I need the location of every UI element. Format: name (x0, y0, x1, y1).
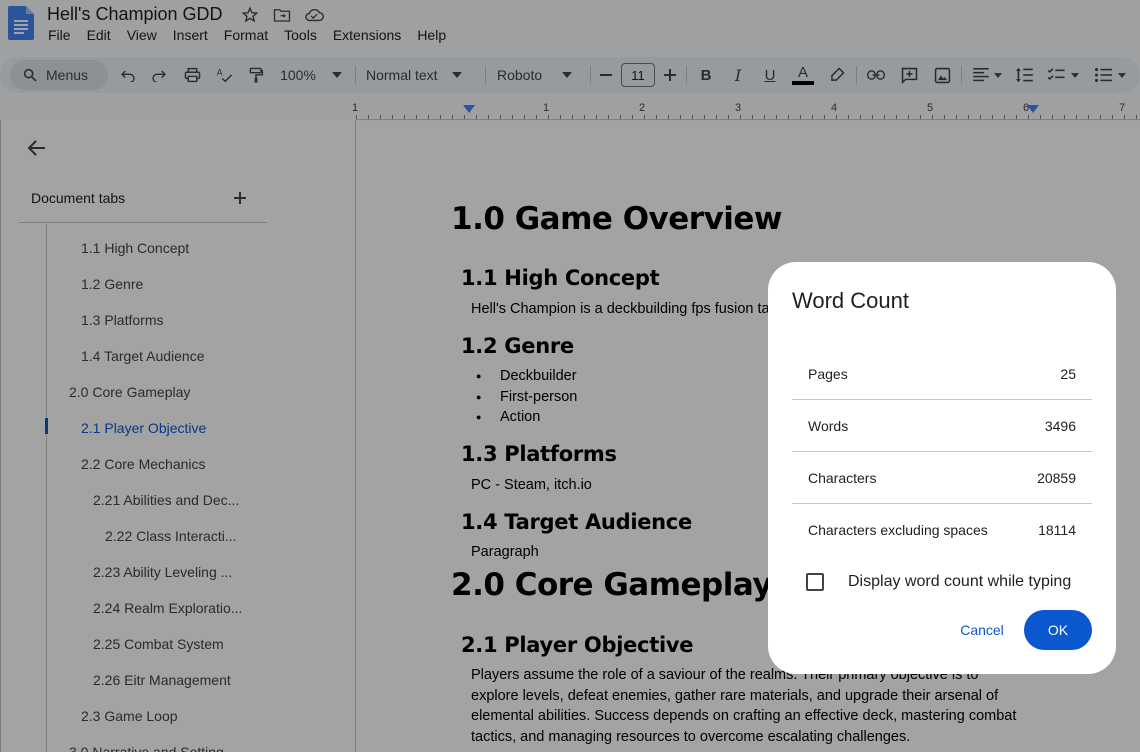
stat-label: Pages (808, 366, 848, 382)
stat-value: 18114 (1038, 522, 1076, 538)
word-count-while-typing-checkbox[interactable] (806, 573, 824, 591)
stat-value: 3496 (1044, 418, 1076, 434)
stat-label: Characters (808, 470, 877, 486)
dialog-title: Word Count (792, 288, 909, 313)
word-count-dialog: Word Count Pages 25 Words 3496 Character… (768, 262, 1116, 674)
stat-label: Words (808, 418, 849, 434)
word-count-while-typing-label[interactable]: Display word count while typing (848, 573, 1071, 591)
ok-button[interactable]: OK (1024, 610, 1092, 650)
stat-row-words: Words 3496 (792, 400, 1092, 452)
stat-value: 25 (1060, 366, 1076, 382)
stat-row-pages: Pages 25 (792, 348, 1092, 400)
stat-value: 20859 (1037, 470, 1076, 486)
stat-row-characters-excluding-spaces: Characters excluding spaces 18114 (792, 504, 1092, 556)
stat-row-characters: Characters 20859 (792, 452, 1092, 504)
cancel-button[interactable]: Cancel (948, 610, 1016, 650)
stat-label: Characters excluding spaces (808, 522, 988, 538)
